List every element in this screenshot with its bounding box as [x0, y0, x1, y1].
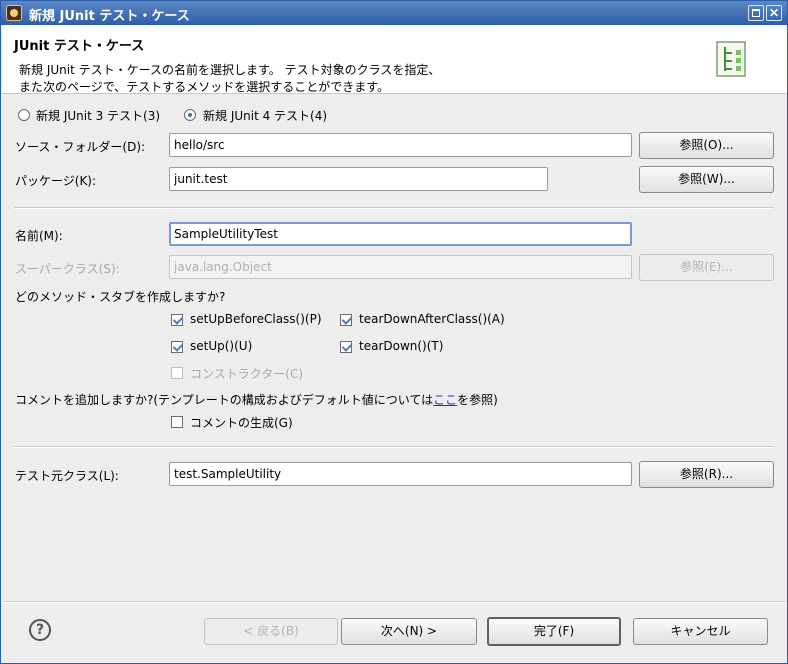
name-label: 名前(M): [15, 229, 63, 243]
wizard-header: JUnit テスト・ケース 新規 JUnit テスト・ケースの名前を選択します。… [2, 25, 787, 94]
class-under-test-input[interactable] [169, 462, 632, 486]
cancel-button[interactable]: キャンセル [633, 618, 768, 645]
junit4-label[interactable]: 新規 JUnit 4 テスト(4) [203, 107, 327, 124]
teardown-checkbox[interactable] [340, 341, 352, 353]
close-icon: ✕ [768, 6, 780, 20]
next-button[interactable]: 次へ(N) > [341, 618, 477, 645]
source-folder-label: ソース・フォルダー(D): [15, 140, 146, 154]
teardownafterclass-label[interactable]: tearDownAfterClass()(A) [359, 312, 505, 326]
maximize-button[interactable] [748, 5, 764, 21]
source-folder-input[interactable] [169, 133, 632, 157]
setupbeforeclass-label[interactable]: setUpBeforeClass()(P) [190, 312, 322, 326]
separator [14, 446, 774, 448]
description-line-1: 新規 JUnit テスト・ケースの名前を選択します。 テスト対象のクラスを指定、 [19, 63, 441, 77]
templates-link[interactable]: ここ [433, 393, 457, 407]
page-title: JUnit テスト・ケース [14, 39, 145, 54]
page-description: 新規 JUnit テスト・ケースの名前を選択します。 テスト対象のクラスを指定、… [19, 62, 440, 96]
setupbeforeclass-checkbox[interactable] [171, 314, 183, 326]
comments-question-suffix: を参照) [457, 393, 498, 407]
setup-label[interactable]: setUp()(U) [190, 339, 252, 353]
maximize-icon [752, 9, 760, 17]
name-input[interactable] [169, 222, 632, 246]
finish-button[interactable]: 完了(F) [487, 617, 621, 646]
teardown-label[interactable]: tearDown()(T) [359, 339, 443, 353]
back-button: < 戻る(B) [204, 618, 338, 645]
junit3-radio[interactable] [18, 109, 30, 121]
separator [14, 207, 774, 209]
superclass-label: スーパークラス(S): [15, 262, 120, 276]
generate-comments-checkbox[interactable] [171, 416, 183, 428]
junit3-label[interactable]: 新規 JUnit 3 テスト(3) [36, 107, 160, 124]
close-button[interactable]: ✕ [766, 5, 782, 21]
new-junit-test-case-dialog: 新規 JUnit テスト・ケース ✕ JUnit テスト・ケース 新規 JUni… [0, 0, 788, 664]
junit-wizard-icon [716, 41, 746, 77]
method-stubs-question: どのメソッド・スタブを作成しますか? [15, 290, 226, 304]
source-folder-browse-button[interactable]: 参照(O)... [639, 132, 774, 159]
package-browse-button[interactable]: 参照(W)... [639, 166, 774, 193]
title-bar: 新規 JUnit テスト・ケース ✕ [1, 1, 787, 25]
superclass-browse-button: 参照(E)... [639, 254, 774, 281]
generate-comments-label[interactable]: コメントの生成(G) [190, 414, 293, 431]
package-label: パッケージ(K): [15, 174, 97, 188]
constructor-label: コンストラクター(C) [190, 367, 304, 381]
help-icon[interactable]: ? [29, 619, 51, 641]
class-under-test-browse-button[interactable]: 参照(R)... [639, 461, 774, 488]
class-under-test-label: テスト元クラス(L): [15, 469, 119, 483]
comments-question: コメントを追加しますか?(テンプレートの構成およびデフォルト値についてはここを参… [15, 391, 498, 408]
window-title: 新規 JUnit テスト・ケース [29, 9, 190, 24]
superclass-input [169, 255, 632, 279]
teardownafterclass-checkbox[interactable] [340, 314, 352, 326]
description-line-2: また次のページで、テストするメソッドを選択することができます。 [19, 80, 390, 94]
package-input[interactable] [169, 167, 548, 191]
footer-separator [3, 601, 786, 603]
constructor-checkbox [171, 367, 183, 379]
app-icon [6, 5, 22, 21]
junit4-radio[interactable] [184, 109, 196, 121]
comments-question-text: コメントを追加しますか?(テンプレートの構成およびデフォルト値については [15, 393, 434, 407]
setup-checkbox[interactable] [171, 341, 183, 353]
